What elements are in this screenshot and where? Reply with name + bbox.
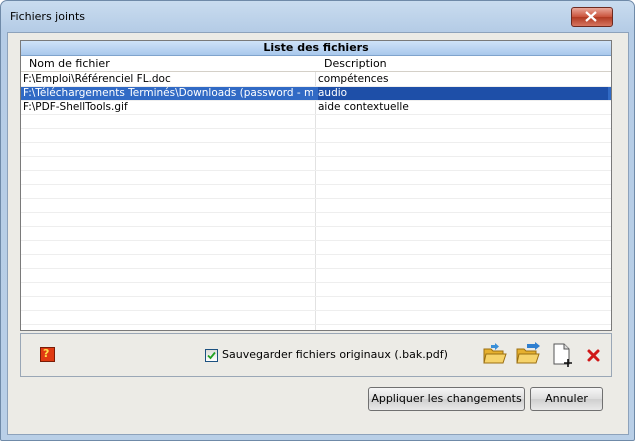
window-title: Fichiers joints <box>10 10 86 23</box>
grid-line <box>21 310 611 311</box>
grid-line <box>21 254 611 255</box>
grid-line <box>21 296 611 297</box>
column-header-description[interactable]: Description <box>316 56 611 72</box>
grid-line <box>21 282 611 283</box>
grid-line <box>21 128 611 129</box>
grid-line <box>21 184 611 185</box>
dialog-body: Liste des fichiers Nom de fichier Descri… <box>7 32 629 435</box>
save-originals-checkbox[interactable] <box>205 349 218 362</box>
delete-icon <box>587 349 600 362</box>
grid-line <box>21 212 611 213</box>
new-file-button[interactable] <box>549 342 575 368</box>
close-icon <box>585 11 597 22</box>
file-list[interactable]: Liste des fichiers Nom de fichier Descri… <box>20 40 612 331</box>
column-header-filename[interactable]: Nom de fichier <box>21 56 324 72</box>
options-panel: ? Sauvegarder fichiers originaux (.bak.p… <box>20 333 612 377</box>
grid-line <box>21 268 611 269</box>
grid-line <box>21 114 611 115</box>
cell-filename: F:\Emploi\Référenciel FL.doc <box>23 73 171 85</box>
open-folder-icon <box>483 343 507 364</box>
cancel-button[interactable]: Annuler <box>530 387 603 411</box>
cell-filename: F:\Téléchargements Terminés\Downloads (p… <box>23 87 313 99</box>
grid-line <box>21 100 611 101</box>
file-rows: F:\Emploi\Référenciel FL.doc compétences… <box>21 72 611 330</box>
folder-arrow-icon <box>516 342 540 364</box>
table-row-selected[interactable]: F:\Téléchargements Terminés\Downloads (p… <box>21 86 611 100</box>
table-row[interactable]: F:\PDF-ShellTools.gif aide contextuelle <box>21 100 611 114</box>
table-row[interactable]: F:\Emploi\Référenciel FL.doc compétences <box>21 72 611 86</box>
open-folder-button[interactable] <box>482 342 508 368</box>
grid-line <box>21 170 611 171</box>
delete-button[interactable] <box>581 342 607 368</box>
grid-line <box>21 324 611 325</box>
title-bar[interactable]: Fichiers joints <box>1 1 634 32</box>
dialog-window: Fichiers joints Liste des fichiers Nom d… <box>0 0 635 441</box>
grid-line <box>21 240 611 241</box>
save-originals-label[interactable]: Sauvegarder fichiers originaux (.bak.pdf… <box>222 348 448 361</box>
cell-description[interactable]: aide contextuelle <box>318 100 608 114</box>
cell-filename: F:\PDF-ShellTools.gif <box>23 101 128 113</box>
cell-description[interactable]: compétences <box>318 72 608 86</box>
grid-line <box>21 198 611 199</box>
cell-description[interactable]: audio <box>318 86 608 100</box>
file-list-title: Liste des fichiers <box>21 41 611 56</box>
close-button[interactable] <box>571 7 613 27</box>
apply-changes-button[interactable]: Appliquer les changements <box>368 387 525 411</box>
help-icon[interactable]: ? <box>40 347 55 362</box>
grid-line <box>21 156 611 157</box>
grid-line <box>21 86 611 87</box>
folder-arrow-button[interactable] <box>515 342 541 368</box>
grid-line <box>21 226 611 227</box>
new-file-icon <box>553 343 572 367</box>
grid-line <box>21 142 611 143</box>
checkmark-icon <box>207 351 216 360</box>
